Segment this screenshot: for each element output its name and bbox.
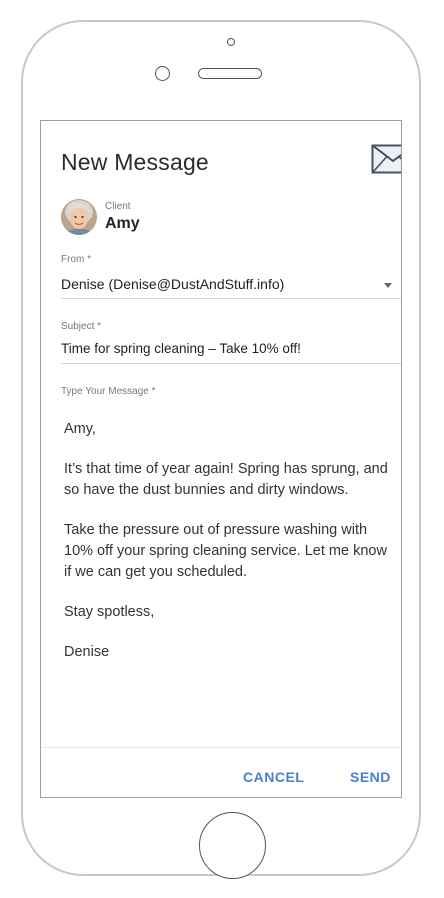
client-name: Amy <box>105 215 140 232</box>
from-label: From * <box>61 254 91 265</box>
chevron-down-icon[interactable] <box>384 283 392 288</box>
from-underline <box>61 298 401 299</box>
page-title: New Message <box>61 149 209 175</box>
message-paragraph: Take the pressure out of pressure washin… <box>64 522 387 580</box>
client-label: Client <box>105 201 131 212</box>
message-paragraph: Stay spotless, <box>64 604 155 620</box>
from-select[interactable]: Denise (Denise@DustAndStuff.info) <box>61 276 284 292</box>
avatar <box>61 199 97 235</box>
envelope-icon[interactable] <box>371 144 402 174</box>
send-button[interactable]: SEND <box>350 769 391 785</box>
cancel-button[interactable]: CANCEL <box>243 769 304 785</box>
message-paragraph: It’s that time of year again! Spring has… <box>64 461 388 498</box>
new-message-screen: New Message Client Amy From * Denise (De… <box>40 120 402 798</box>
message-paragraph: Denise <box>64 644 110 660</box>
message-label: Type Your Message * <box>61 386 156 397</box>
camera-icon <box>227 38 235 46</box>
subject-label: Subject * <box>61 321 102 332</box>
home-button[interactable] <box>199 812 266 879</box>
footer-divider <box>41 747 401 748</box>
subject-input[interactable]: Time for spring cleaning – Take 10% off! <box>61 341 301 356</box>
message-textarea[interactable]: Amy, It’s that time of year again! Sprin… <box>64 419 390 682</box>
speaker-grille <box>198 68 262 79</box>
subject-underline <box>61 363 401 364</box>
sensor-icon <box>155 66 170 81</box>
message-paragraph: Amy, <box>64 421 96 437</box>
